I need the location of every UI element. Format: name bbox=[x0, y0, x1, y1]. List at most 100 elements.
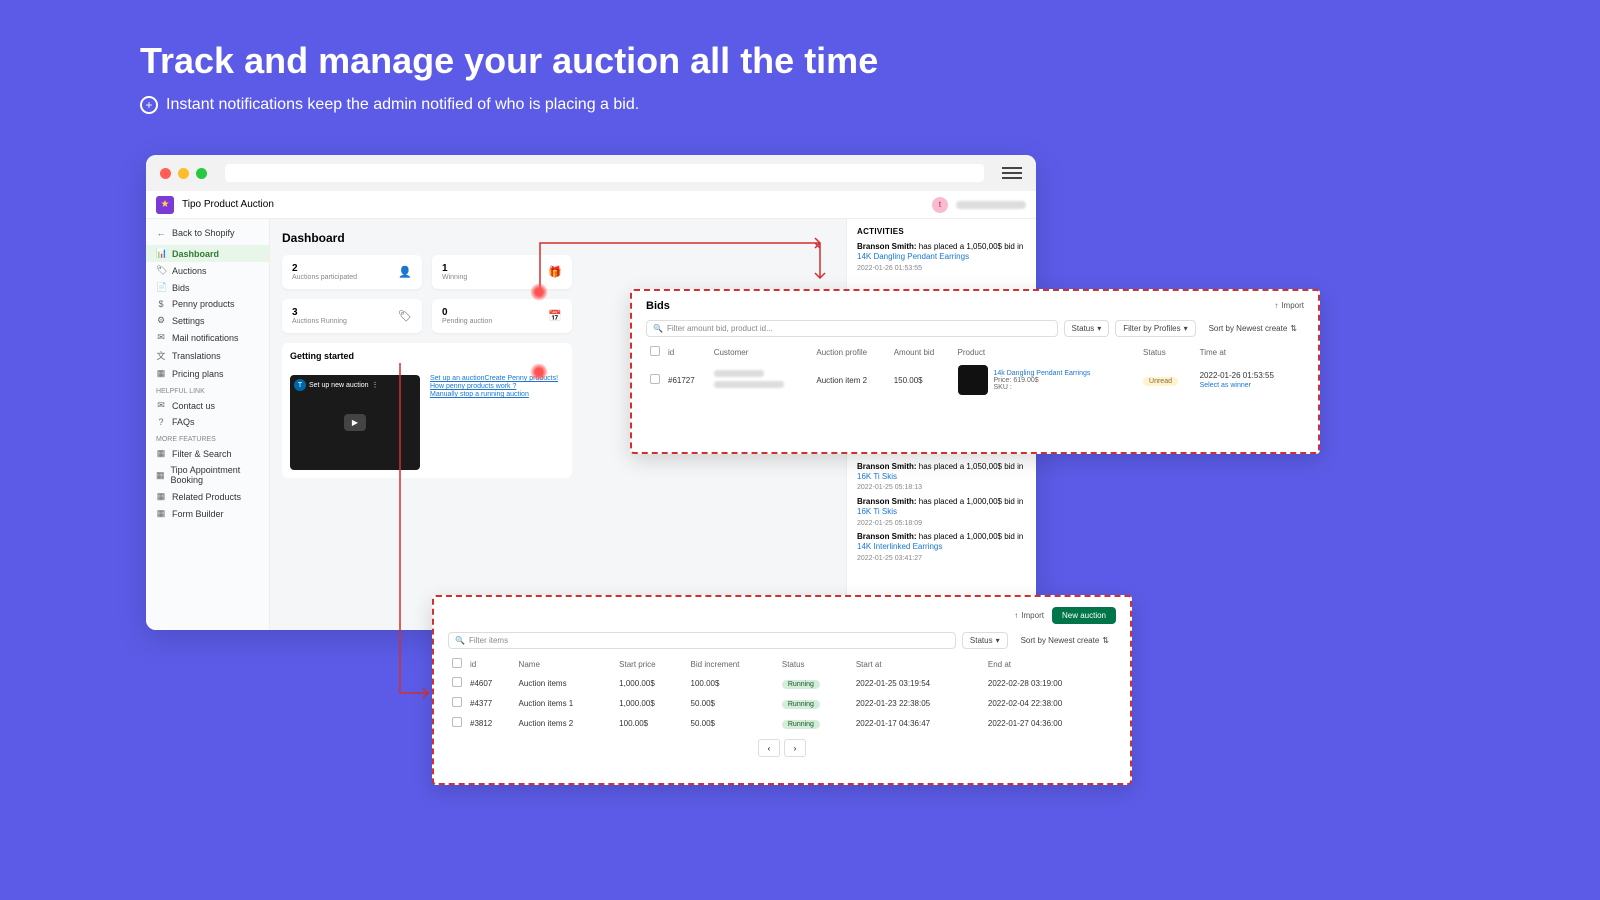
search-icon: 🔍 bbox=[653, 324, 663, 333]
close-dot[interactable] bbox=[160, 168, 171, 179]
max-dot[interactable] bbox=[196, 168, 207, 179]
plus-icon: + bbox=[140, 96, 158, 114]
chevron-down-icon: ▾ bbox=[1184, 324, 1188, 333]
profiles-filter[interactable]: Filter by Profiles▾ bbox=[1115, 320, 1195, 337]
arrow-left-icon: ← bbox=[156, 228, 166, 238]
more-features-section: MORE FEATURES bbox=[146, 430, 269, 445]
product-thumb bbox=[958, 365, 988, 395]
chevron-down-icon: ▾ bbox=[996, 636, 1000, 645]
sort-icon: ⇅ bbox=[1102, 636, 1109, 645]
mail-icon: ✉ bbox=[156, 400, 166, 411]
search-input[interactable]: 🔍Filter items bbox=[448, 632, 956, 649]
sidebar-item-booking[interactable]: ▦Tipo Appointment Booking bbox=[146, 462, 269, 488]
activities-title: ACTIVITIES bbox=[857, 227, 1026, 236]
app-icon: ▦ bbox=[156, 470, 165, 481]
product-link[interactable]: 14k Dangling Pendant Earrings bbox=[994, 370, 1091, 377]
checkbox-all[interactable] bbox=[650, 346, 660, 356]
activity-link[interactable]: 16K Ti Skis bbox=[857, 507, 897, 516]
sidebar-item-filter[interactable]: ▦Filter & Search bbox=[146, 445, 269, 462]
status-badge: Running bbox=[782, 720, 820, 729]
chevron-down-icon: ▾ bbox=[1097, 324, 1101, 333]
sidebar: ←Back to Shopify 📊Dashboard 🏷Auctions 📄B… bbox=[146, 219, 270, 630]
checkbox[interactable] bbox=[452, 677, 462, 687]
sidebar-item-form[interactable]: ▦Form Builder bbox=[146, 505, 269, 522]
app-icon: ▦ bbox=[156, 491, 166, 502]
link-stop[interactable]: Manually stop a running auction bbox=[430, 391, 558, 398]
auctions-table: idNameStart priceBid incrementStatusStar… bbox=[448, 655, 1116, 733]
tag-icon: 🏷 bbox=[156, 265, 166, 276]
import-button[interactable]: ↑Import bbox=[1274, 301, 1304, 310]
search-icon: 🔍 bbox=[455, 636, 465, 645]
table-row[interactable]: #4607Auction items1,000.00$100.00$Runnin… bbox=[448, 673, 1116, 693]
pulse-marker bbox=[530, 283, 548, 301]
status-filter[interactable]: Status▾ bbox=[962, 632, 1008, 649]
sidebar-item-dashboard[interactable]: 📊Dashboard bbox=[146, 245, 269, 262]
min-dot[interactable] bbox=[178, 168, 189, 179]
hamburger-icon[interactable] bbox=[1002, 167, 1022, 179]
sidebar-item-auctions[interactable]: 🏷Auctions bbox=[146, 262, 269, 279]
sidebar-item-bids[interactable]: 📄Bids bbox=[146, 279, 269, 296]
checkbox[interactable] bbox=[650, 374, 660, 384]
arrow-line bbox=[380, 363, 440, 703]
arrow-line bbox=[380, 233, 830, 293]
app-name: Tipo Product Auction bbox=[182, 199, 274, 210]
page-prev[interactable]: ‹ bbox=[758, 739, 780, 757]
activity-link[interactable]: 16K Ti Skis bbox=[857, 472, 897, 481]
lang-icon: 文 bbox=[156, 349, 166, 362]
app-icon: ▦ bbox=[156, 508, 166, 519]
sort-select[interactable]: Sort by Newest create⇅ bbox=[1202, 320, 1304, 337]
pulse-marker bbox=[530, 363, 548, 381]
table-row[interactable]: #61727 Auction item 2 150.00$ 14k Dangli… bbox=[646, 361, 1304, 399]
tag-icon: 🏷 bbox=[398, 310, 412, 323]
getting-started-title: Getting started bbox=[290, 351, 564, 361]
upload-icon: ↑ bbox=[1014, 611, 1018, 620]
activity-item: Branson Smith: has placed a 1,000,00$ bi… bbox=[857, 532, 1026, 563]
select-winner-link[interactable]: Select as winner bbox=[1200, 382, 1251, 389]
sidebar-item-mail[interactable]: ✉Mail notifications bbox=[146, 329, 269, 346]
bids-callout: ↑Import Bids 🔍Filter amount bid, product… bbox=[630, 289, 1320, 454]
doc-icon: 📄 bbox=[156, 282, 166, 293]
mail-icon: ✉ bbox=[156, 332, 166, 343]
activity-item: Branson Smith: has placed a 1,050,00$ bi… bbox=[857, 242, 1026, 273]
sidebar-item-settings[interactable]: ⚙Settings bbox=[146, 312, 269, 329]
checkbox-all[interactable] bbox=[452, 658, 462, 668]
status-badge: Unread bbox=[1143, 377, 1178, 386]
sidebar-item-related[interactable]: ▦Related Products bbox=[146, 488, 269, 505]
bids-title: Bids bbox=[646, 300, 1304, 312]
page-subtitle: +Instant notifications keep the admin no… bbox=[140, 96, 1460, 114]
sidebar-item-contact[interactable]: ✉Contact us bbox=[146, 397, 269, 414]
back-to-shopify[interactable]: ←Back to Shopify bbox=[146, 225, 269, 241]
sidebar-item-pricing[interactable]: ▦Pricing plans bbox=[146, 365, 269, 382]
url-bar[interactable] bbox=[225, 164, 984, 182]
checkbox[interactable] bbox=[452, 717, 462, 727]
bids-table: idCustomerAuction profileAmount bidProdu… bbox=[646, 343, 1304, 399]
link-how-penny[interactable]: How penny products work ? bbox=[430, 383, 558, 390]
sidebar-item-faqs[interactable]: ?FAQs bbox=[146, 414, 269, 430]
sort-select[interactable]: Sort by Newest create⇅ bbox=[1014, 632, 1116, 649]
dollar-icon: $ bbox=[156, 299, 166, 309]
status-filter[interactable]: Status▾ bbox=[1064, 320, 1110, 337]
checkbox[interactable] bbox=[452, 697, 462, 707]
activity-link[interactable]: 14K Interlinked Earrings bbox=[857, 542, 942, 551]
activity-link[interactable]: 14K Dangling Pendant Earrings bbox=[857, 252, 969, 261]
import-button[interactable]: ↑Import bbox=[1014, 607, 1044, 624]
card-running[interactable]: 3Auctions Running🏷 bbox=[282, 299, 422, 333]
page-next[interactable]: › bbox=[784, 739, 806, 757]
new-auction-button[interactable]: New auction bbox=[1052, 607, 1116, 624]
app-icon: ▦ bbox=[156, 448, 166, 459]
chart-icon: 📊 bbox=[156, 248, 166, 259]
card-pending[interactable]: 0Pending auction📅 bbox=[432, 299, 572, 333]
titlebar bbox=[146, 155, 1036, 191]
sidebar-item-translations[interactable]: 文Translations bbox=[146, 346, 269, 365]
auctions-callout: ↑Import New auction 🔍Filter items Status… bbox=[432, 595, 1132, 785]
grid-icon: ▦ bbox=[156, 368, 166, 379]
gear-icon: ⚙ bbox=[156, 315, 166, 326]
calendar-icon: 📅 bbox=[548, 310, 562, 323]
sidebar-item-penny[interactable]: $Penny products bbox=[146, 296, 269, 312]
pagination: ‹ › bbox=[448, 739, 1116, 757]
app-logo-icon: ★ bbox=[156, 196, 174, 214]
search-input[interactable]: 🔍Filter amount bid, product id... bbox=[646, 320, 1058, 337]
avatar[interactable]: t bbox=[932, 197, 948, 213]
table-row[interactable]: #3812Auction items 2100.00$50.00$Running… bbox=[448, 713, 1116, 733]
table-row[interactable]: #4377Auction items 11,000.00$50.00$Runni… bbox=[448, 693, 1116, 713]
